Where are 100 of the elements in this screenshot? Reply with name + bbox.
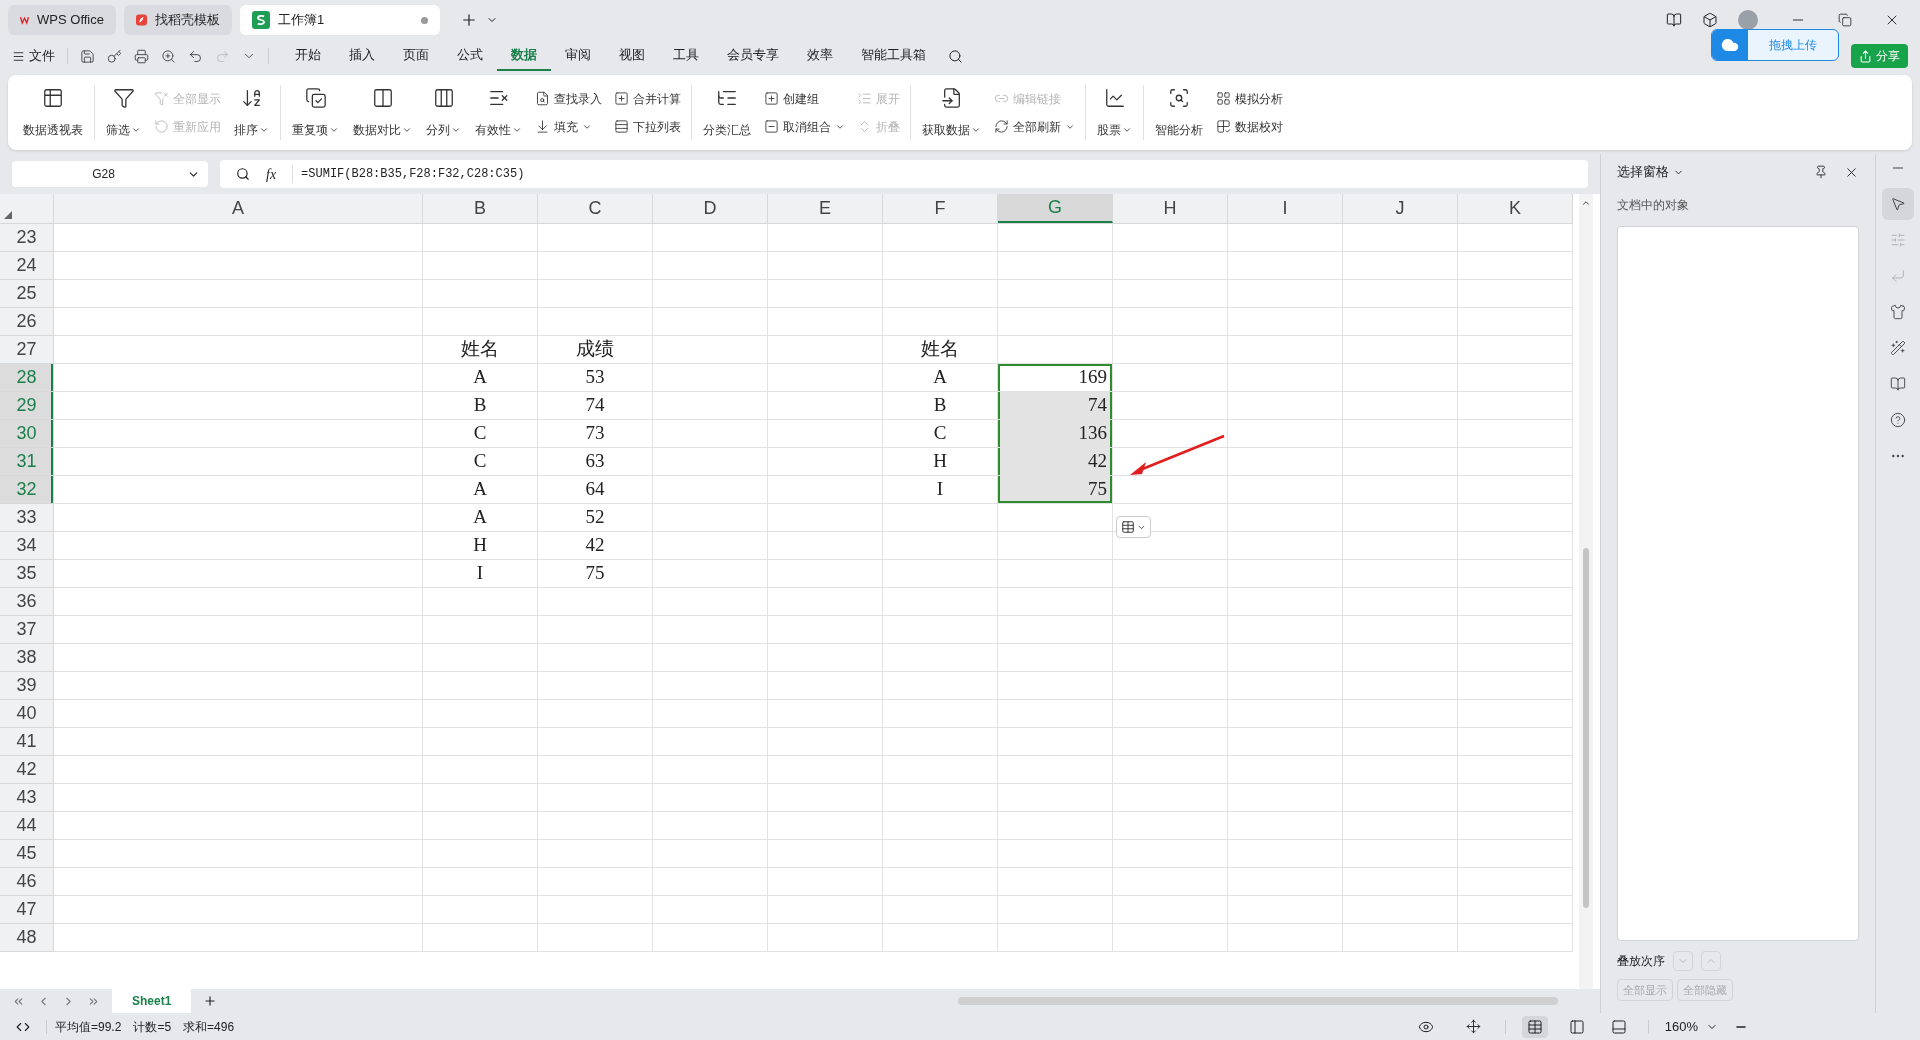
ribbon-tab[interactable]: 审阅 <box>551 41 605 71</box>
ribbon-button[interactable]: 全部刷新 <box>994 116 1075 137</box>
column-header[interactable]: D <box>653 194 768 223</box>
column-header[interactable]: A <box>54 194 423 223</box>
column-header[interactable]: C <box>538 194 653 223</box>
ribbon-tab[interactable]: 会员专享 <box>713 41 793 71</box>
save-icon[interactable] <box>80 48 95 64</box>
ribbon-tab[interactable]: 效率 <box>793 41 847 71</box>
row-header[interactable]: 48 <box>0 924 53 952</box>
ribbon-tab[interactable]: 视图 <box>605 41 659 71</box>
zoom-icon[interactable] <box>236 167 250 181</box>
column-header[interactable]: J <box>1343 194 1458 223</box>
horizontal-scrollbar[interactable] <box>958 997 1558 1005</box>
row-header[interactable]: 41 <box>0 728 53 756</box>
ribbon-button[interactable]: 填充 <box>535 116 602 137</box>
avatar[interactable] <box>1738 10 1758 30</box>
formula-field[interactable]: =SUMIF(B28:B35,F28:F32,C28:C35) <box>292 165 1572 183</box>
help-icon[interactable] <box>1890 412 1906 428</box>
column-header[interactable]: I <box>1228 194 1343 223</box>
ribbon-tab[interactable]: 页面 <box>389 41 443 71</box>
row-header[interactable]: 35 <box>0 560 53 588</box>
pane-title[interactable]: 选择窗格 <box>1617 162 1669 182</box>
selection-tool-button[interactable] <box>1882 188 1914 220</box>
ribbon-button[interactable]: 创建组 <box>764 88 845 109</box>
row-header[interactable]: 44 <box>0 812 53 840</box>
ribbon-button[interactable]: 数据校对 <box>1216 116 1283 137</box>
row-header[interactable]: 30 <box>0 420 53 448</box>
select-all-icon[interactable] <box>4 211 12 219</box>
row-header[interactable]: 47 <box>0 896 53 924</box>
cube-icon[interactable] <box>1702 12 1718 28</box>
row-header[interactable]: 23 <box>0 224 53 252</box>
move-icon[interactable] <box>1465 1019 1481 1034</box>
row-header[interactable]: 42 <box>0 756 53 784</box>
ribbon-tab[interactable]: 数据 <box>497 41 551 71</box>
row-header[interactable]: 29 <box>0 392 53 420</box>
row-header[interactable]: 40 <box>0 700 53 728</box>
new-tab-icon[interactable] <box>460 11 478 29</box>
ribbon-button[interactable]: 模拟分析 <box>1216 88 1283 109</box>
add-sheet-icon[interactable] <box>203 994 218 1008</box>
zoom-level-button[interactable]: 160% <box>1664 1016 1718 1037</box>
row-header[interactable]: 24 <box>0 252 53 280</box>
ribbon-tab[interactable]: 公式 <box>443 41 497 71</box>
undo-icon[interactable] <box>188 48 203 64</box>
sheet-tab[interactable]: Sheet1 <box>112 989 192 1013</box>
ribbon-button[interactable]: 股票 <box>1090 82 1139 143</box>
ribbon-button[interactable]: 获取数据 <box>915 82 988 143</box>
document-tab[interactable]: 工作簿1 <box>240 5 440 35</box>
row-header[interactable]: 37 <box>0 616 53 644</box>
ribbon-tab[interactable]: 智能工具箱 <box>847 41 940 71</box>
column-header[interactable]: K <box>1458 194 1573 223</box>
row-header[interactable]: 33 <box>0 504 53 532</box>
ribbon-button[interactable]: 查找录入 <box>535 88 602 109</box>
wand-icon[interactable] <box>1890 340 1906 356</box>
row-header[interactable]: 34 <box>0 532 53 560</box>
ribbon-button[interactable]: 下拉列表 <box>614 116 681 137</box>
column-header[interactable]: H <box>1113 194 1228 223</box>
print-preview-icon[interactable] <box>161 48 176 64</box>
ribbon-button[interactable]: 有效性 <box>468 82 529 143</box>
function-button[interactable]: fx <box>266 163 277 185</box>
ribbon-button[interactable]: 取消组合 <box>764 116 845 137</box>
row-header[interactable]: 25 <box>0 280 53 308</box>
document-tab[interactable]: 找稻壳模板 <box>124 5 232 35</box>
view-button[interactable] <box>1521 1015 1548 1038</box>
vertical-scrollbar[interactable] <box>1579 194 1593 989</box>
row-header[interactable]: 32 <box>0 476 53 504</box>
ribbon-button[interactable]: 筛选 <box>99 82 148 143</box>
ribbon-tab[interactable]: 插入 <box>335 41 389 71</box>
row-header[interactable]: 26 <box>0 308 53 336</box>
row-header[interactable]: 46 <box>0 868 53 896</box>
ribbon-button[interactable]: 合并计算 <box>614 88 681 109</box>
ribbon-tab[interactable]: 开始 <box>281 41 335 71</box>
ribbon-button[interactable]: 分类汇总 <box>696 82 758 143</box>
ribbon-button[interactable]: 数据透视表 <box>16 82 90 143</box>
column-header[interactable]: B <box>423 194 538 223</box>
name-box[interactable]: G28 <box>12 161 208 187</box>
file-menu[interactable]: 文件 <box>25 46 67 66</box>
ribbon-button[interactable]: 排序 <box>227 82 276 143</box>
upload-button[interactable]: 拖拽上传 <box>1711 29 1839 61</box>
sliders-icon[interactable] <box>1890 232 1906 248</box>
row-header[interactable]: 45 <box>0 840 53 868</box>
print-icon[interactable] <box>134 48 149 64</box>
ribbon-button[interactable]: 数据对比 <box>346 82 419 143</box>
search-icon[interactable] <box>948 48 963 64</box>
row-header[interactable]: 38 <box>0 644 53 672</box>
ribbon-button[interactable]: 重复项 <box>285 82 346 143</box>
ribbon-tab[interactable]: 工具 <box>659 41 713 71</box>
pin-icon[interactable] <box>1814 165 1828 179</box>
column-header[interactable]: E <box>768 194 883 223</box>
document-tab[interactable]: WPS Office <box>8 5 116 35</box>
row-header[interactable]: 36 <box>0 588 53 616</box>
row-header[interactable]: 28 <box>0 364 53 392</box>
book-icon[interactable] <box>1890 376 1906 392</box>
paste-options-button[interactable] <box>1116 516 1151 538</box>
scroll-up-icon[interactable] <box>1581 198 1591 208</box>
shirt-icon[interactable] <box>1890 304 1906 320</box>
menu-icon[interactable] <box>12 49 25 63</box>
ribbon-button[interactable]: 智能分析 <box>1148 82 1210 143</box>
ribbon-button[interactable]: 分列 <box>419 82 468 143</box>
row-header[interactable]: 43 <box>0 784 53 812</box>
key-icon[interactable] <box>107 48 122 64</box>
